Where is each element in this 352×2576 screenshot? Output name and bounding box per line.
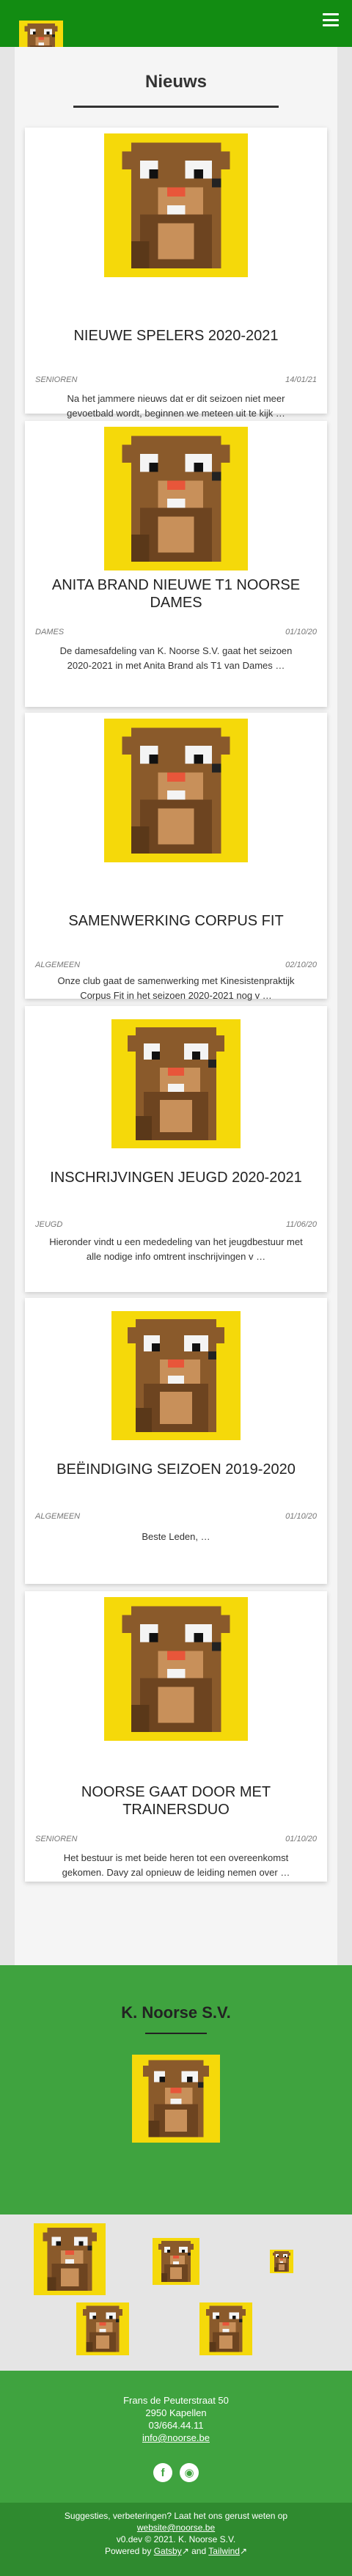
menu-bar (323, 13, 339, 15)
news-image[interactable] (103, 427, 249, 570)
menu-bar (323, 18, 339, 21)
news-excerpt: Het bestuur is met beide heren tot een o… (62, 1852, 290, 1878)
news-title[interactable]: NOORSE GAAT DOOR MET TRAINERSDUO (34, 1783, 318, 1819)
news-card[interactable]: BEËINDIGING SEIZOEN 2019-2020 ALGEMEEN 0… (25, 1298, 327, 1584)
news-excerpt: Hieronder vindt u een mededeling van het… (49, 1236, 303, 1262)
news-title[interactable]: INSCHRIJVINGEN JEUGD 2020-2021 (34, 1169, 318, 1186)
news-category: JEUGD (35, 1220, 63, 1229)
news-image[interactable] (66, 719, 286, 862)
gatsby-link[interactable]: Gatsby (154, 2546, 182, 2556)
contact-address: Frans de Peuterstraat 50 (123, 2395, 229, 2406)
news-date: 01/10/20 (285, 628, 317, 636)
title-divider (73, 106, 279, 108)
suggestion-email-link[interactable]: website@noorse.be (137, 2522, 215, 2533)
news-category: ALGEMEEN (35, 1512, 81, 1521)
news-image[interactable] (66, 1597, 286, 1741)
club-banner: K. Noorse S.V. (0, 1965, 352, 2214)
news-category: SENIOREN (35, 1835, 78, 1843)
facebook-icon[interactable]: f (153, 2463, 172, 2482)
news-date: 14/01/21 (285, 375, 317, 384)
news-card[interactable]: SAMENWERKING CORPUS FIT ALGEMEEN 02/10/2… (25, 713, 327, 1001)
sponsor-logo[interactable] (34, 2223, 106, 2295)
news-title[interactable]: BEËINDIGING SEIZOEN 2019-2020 (34, 1461, 318, 1478)
news-excerpt: De damesafdeling van K. Noorse S.V. gaat… (59, 645, 293, 671)
news-card[interactable]: NOORSE GAAT DOOR MET TRAINERSDUO SENIORE… (25, 1591, 327, 1882)
sponsor-logo[interactable] (153, 2238, 199, 2285)
contact-section: Frans de Peuterstraat 50 2950 Kapellen 0… (0, 2371, 352, 2503)
news-date: 01/10/20 (285, 1835, 317, 1843)
contact-phone: 03/664.44.11 (148, 2420, 204, 2431)
news-date: 01/10/20 (285, 1512, 317, 1521)
news-excerpt: Onze club gaat de samenwerking met Kines… (57, 975, 295, 1001)
version-text: v0.dev © 2021. K. Noorse S.V. (116, 2534, 236, 2544)
news-title[interactable]: SAMENWERKING CORPUS FIT (34, 912, 318, 930)
news-title[interactable]: NIEUWE SPELERS 2020-2021 (34, 327, 318, 345)
top-navigation-bar (0, 0, 352, 47)
sponsor-logo[interactable] (76, 2302, 129, 2355)
github-icon[interactable]: ◉ (180, 2463, 199, 2482)
news-section: Nieuws NIEUWE SPELERS 2020-2021 SENIOREN… (15, 47, 337, 1965)
sponsor-logo[interactable] (270, 2250, 293, 2273)
and-label: and (191, 2546, 207, 2556)
news-category: ALGEMEEN (35, 961, 81, 969)
news-image[interactable] (111, 1012, 241, 1156)
news-date: 11/06/20 (285, 1220, 317, 1229)
suggestion-text: Suggesties, verbeteringen? Laat het ons … (64, 2511, 288, 2521)
news-card[interactable]: ANITA BRAND NIEUWE T1 NOORSE DAMES DAMES… (25, 421, 327, 707)
sponsor-logos (0, 2214, 352, 2371)
external-link-icon: ↗ (181, 2546, 189, 2556)
club-divider (145, 2033, 207, 2034)
contact-email-link[interactable]: info@noorse.be (142, 2432, 210, 2443)
news-category: DAMES (35, 628, 65, 636)
news-card[interactable]: INSCHRIJVINGEN JEUGD 2020-2021 JEUGD 11/… (25, 1006, 327, 1292)
contact-city: 2950 Kapellen (145, 2407, 207, 2418)
sponsor-logo[interactable] (199, 2302, 252, 2355)
news-excerpt: Beste Leden, … (142, 1531, 210, 1542)
club-logo (132, 2055, 220, 2143)
hamburger-menu-icon[interactable] (323, 13, 339, 26)
footer-credits: Suggesties, verbeteringen? Laat het ons … (0, 2503, 352, 2576)
news-image[interactable] (111, 1304, 241, 1447)
page-title: Nieuws (144, 72, 208, 92)
external-link-icon: ↗ (239, 2546, 248, 2556)
news-image[interactable] (66, 133, 286, 277)
news-title[interactable]: ANITA BRAND NIEUWE T1 NOORSE DAMES (34, 576, 318, 612)
news-excerpt: Na het jammere nieuws dat er dit seizoen… (67, 393, 285, 419)
menu-bar (323, 24, 339, 26)
tailwind-link[interactable]: Tailwind (208, 2546, 240, 2556)
news-category: SENIOREN (35, 375, 78, 384)
news-card[interactable]: NIEUWE SPELERS 2020-2021 SENIOREN 14/01/… (25, 128, 327, 419)
club-name: K. Noorse S.V. (121, 2003, 231, 2022)
powered-by-label: Powered by (104, 2546, 152, 2556)
news-date: 02/10/20 (285, 961, 317, 969)
